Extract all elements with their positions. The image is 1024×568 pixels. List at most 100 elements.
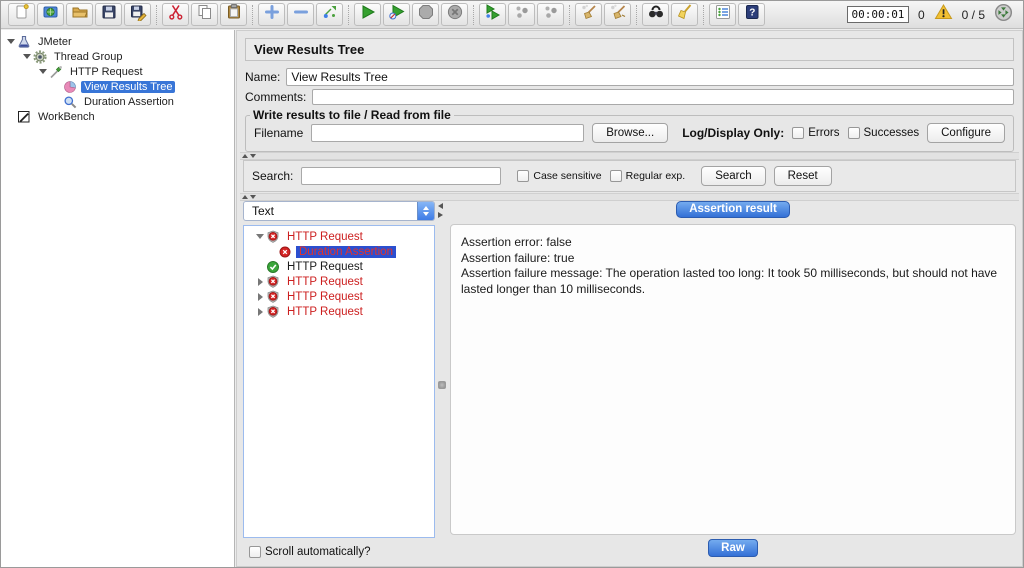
- regular-exp-group[interactable]: Regular exp.: [609, 170, 686, 182]
- open-templates-button[interactable]: [37, 3, 64, 26]
- raw-button[interactable]: Raw: [708, 539, 758, 557]
- save-as-button[interactable]: [124, 3, 151, 26]
- scroll-automatically-label[interactable]: Scroll automatically?: [265, 546, 370, 558]
- vertical-splitter[interactable]: [435, 201, 450, 561]
- warning-icon[interactable]: [934, 3, 953, 26]
- tree-node-view-results-tree[interactable]: View Results Tree: [1, 79, 234, 94]
- name-input[interactable]: [286, 68, 1014, 86]
- scroll-automatically-group[interactable]: Scroll automatically?: [243, 543, 435, 561]
- combo-stepper-icon[interactable]: [417, 202, 434, 220]
- splitter-collapse-down-icon[interactable]: [250, 154, 256, 158]
- copy-button[interactable]: [191, 3, 218, 26]
- remove-button[interactable]: [287, 3, 314, 26]
- splitter-collapse-up-icon[interactable]: [242, 195, 248, 199]
- active-threads-count: 0 / 5: [961, 7, 985, 22]
- scroll-automatically-checkbox[interactable]: [249, 546, 261, 558]
- search-bar: Search: Case sensitive Regular exp. Sear…: [243, 160, 1016, 192]
- comments-input[interactable]: [312, 89, 1014, 105]
- toolbar-separator: [156, 4, 157, 25]
- horizontal-splitter[interactable]: [240, 193, 1019, 201]
- errors-checkbox[interactable]: [792, 127, 805, 139]
- shutdown-button[interactable]: [441, 3, 468, 26]
- result-row[interactable]: HTTP Request: [244, 229, 434, 244]
- clear-button[interactable]: [575, 3, 602, 26]
- result-row[interactable]: HTTP Request: [244, 289, 434, 304]
- splitter-collapse-up-icon[interactable]: [242, 154, 248, 158]
- start-button[interactable]: [354, 3, 381, 26]
- browse-button[interactable]: Browse...: [592, 123, 669, 143]
- assertion-result-tab[interactable]: Assertion result: [676, 201, 790, 218]
- expander-open-icon[interactable]: [21, 54, 33, 59]
- splitter-collapse-down-icon[interactable]: [250, 195, 256, 199]
- tree-node-thread-group[interactable]: Thread Group: [1, 49, 234, 64]
- tree-label[interactable]: Thread Group: [51, 51, 125, 63]
- result-label[interactable]: HTTP Request: [284, 261, 366, 273]
- successes-checkbox-label[interactable]: Successes: [864, 127, 920, 139]
- tree-node-http-request[interactable]: HTTP Request: [1, 64, 234, 79]
- result-label[interactable]: HTTP Request: [284, 231, 366, 243]
- tree-label[interactable]: JMeter: [35, 36, 75, 48]
- new-file-button[interactable]: [8, 3, 35, 26]
- errors-checkbox-label[interactable]: Errors: [808, 127, 839, 139]
- splitter-handle[interactable]: [438, 381, 446, 389]
- tree-node-jmeter[interactable]: JMeter: [1, 34, 234, 49]
- view-mode-select[interactable]: Text: [243, 201, 435, 221]
- expander-closed-icon[interactable]: [254, 277, 266, 286]
- open-file-button[interactable]: [66, 3, 93, 26]
- stop-button[interactable]: [412, 3, 439, 26]
- tree-node-workbench[interactable]: WorkBench: [1, 109, 234, 124]
- remote-stop-button[interactable]: [537, 3, 564, 26]
- help-button[interactable]: ?: [738, 3, 765, 26]
- search-toolbar-button[interactable]: [642, 3, 669, 26]
- tree-node-duration-assertion[interactable]: Duration Assertion: [1, 94, 234, 109]
- toolbar-separator: [703, 4, 704, 25]
- expander-open-icon[interactable]: [5, 39, 17, 44]
- cut-button[interactable]: [162, 3, 189, 26]
- errors-checkbox-group[interactable]: Errors: [792, 127, 840, 139]
- expander-open-icon[interactable]: [37, 69, 49, 74]
- result-row[interactable]: HTTP Request: [244, 274, 434, 289]
- add-button[interactable]: [258, 3, 285, 26]
- successes-checkbox[interactable]: [847, 127, 860, 139]
- expander-open-icon[interactable]: [254, 234, 266, 239]
- result-row[interactable]: HTTP Request: [244, 304, 434, 319]
- toggle-button[interactable]: [316, 3, 343, 26]
- splitter-collapse-right-icon[interactable]: [438, 212, 443, 218]
- configure-button[interactable]: Configure: [927, 123, 1005, 143]
- result-label[interactable]: HTTP Request: [284, 276, 366, 288]
- result-label[interactable]: Duration Assertion: [296, 245, 396, 258]
- search-button[interactable]: Search: [701, 166, 766, 186]
- save-button[interactable]: [95, 3, 122, 26]
- tree-label-selected[interactable]: View Results Tree: [81, 80, 176, 93]
- result-label[interactable]: HTTP Request: [284, 306, 366, 318]
- result-row[interactable]: HTTP Request: [244, 259, 434, 274]
- remote-start-all-button[interactable]: [508, 3, 535, 26]
- start-no-timers-button[interactable]: [383, 3, 410, 26]
- successes-checkbox-group[interactable]: Successes: [847, 127, 920, 139]
- tree-label[interactable]: Duration Assertion: [81, 96, 177, 108]
- reset-button[interactable]: Reset: [773, 166, 832, 186]
- horizontal-splitter[interactable]: [240, 152, 1019, 160]
- case-sensitive-label[interactable]: Case sensitive: [533, 170, 601, 182]
- regular-exp-label[interactable]: Regular exp.: [626, 170, 686, 182]
- tree-label[interactable]: HTTP Request: [67, 66, 146, 78]
- remote-start-button[interactable]: [479, 3, 506, 26]
- function-helper-button[interactable]: [709, 3, 736, 26]
- search-input[interactable]: [301, 167, 502, 185]
- filename-input[interactable]: [311, 124, 585, 142]
- search-reset-toolbar-button[interactable]: [671, 3, 698, 26]
- result-label[interactable]: HTTP Request: [284, 291, 366, 303]
- splitter-collapse-left-icon[interactable]: [438, 203, 443, 209]
- new-file-icon: [13, 3, 31, 26]
- paste-button[interactable]: [220, 3, 247, 26]
- expander-closed-icon[interactable]: [254, 292, 266, 301]
- shutdown-icon: [446, 3, 464, 26]
- expander-closed-icon[interactable]: [254, 307, 266, 316]
- clear-all-button[interactable]: [604, 3, 631, 26]
- regular-exp-checkbox[interactable]: [609, 170, 622, 182]
- case-sensitive-group[interactable]: Case sensitive: [517, 170, 602, 182]
- view-results-tree-icon: [63, 80, 78, 94]
- tree-label[interactable]: WorkBench: [35, 111, 98, 123]
- case-sensitive-checkbox[interactable]: [517, 170, 530, 182]
- result-row-selected[interactable]: Duration Assertion: [244, 244, 434, 259]
